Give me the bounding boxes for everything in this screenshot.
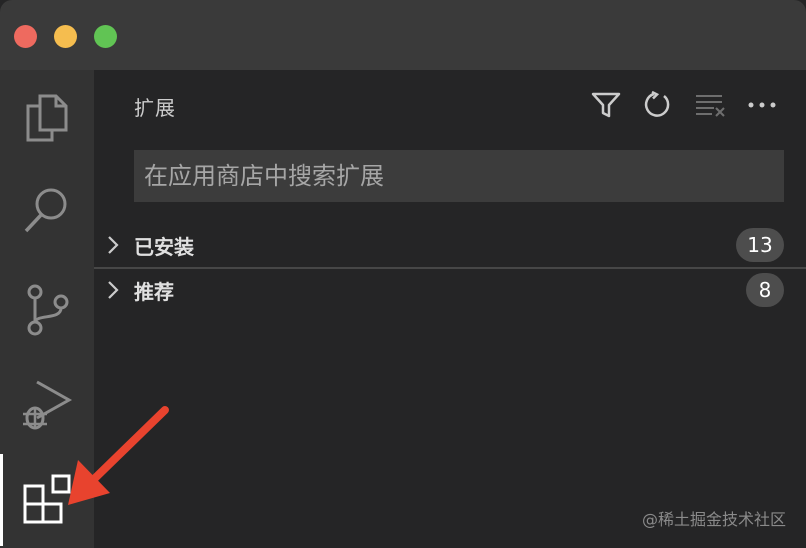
- chevron-right-icon: [108, 281, 119, 299]
- count-badge: 13: [736, 228, 784, 262]
- more-actions-button[interactable]: [745, 88, 779, 122]
- extensions-sidebar: 扩展 已安装 13: [94, 70, 806, 548]
- minimize-window-button[interactable]: [54, 25, 77, 48]
- filter-icon: [591, 92, 621, 118]
- sidebar-title: 扩展: [134, 96, 176, 120]
- filter-button[interactable]: [589, 88, 623, 122]
- section-installed[interactable]: 已安装 13: [94, 223, 806, 269]
- chevron-right-icon: [108, 236, 119, 254]
- annotation-arrow-icon: [68, 406, 169, 505]
- watermark: @稀土掘金技术社区: [641, 510, 786, 529]
- maximize-window-button[interactable]: [94, 25, 117, 48]
- clear-icon: [696, 95, 725, 117]
- activity-explorer[interactable]: [0, 72, 94, 164]
- window-titlebar: [0, 0, 806, 70]
- refresh-button[interactable]: [640, 88, 674, 122]
- extensions-search-input[interactable]: [134, 150, 784, 202]
- more-icon: [748, 102, 776, 108]
- activity-search[interactable]: [0, 164, 94, 256]
- explorer-icon: [26, 94, 68, 142]
- section-label: 已安装: [134, 234, 194, 259]
- search-icon: [24, 188, 67, 233]
- source-control-icon: [27, 284, 69, 336]
- section-recommended[interactable]: 推荐 8: [94, 268, 806, 312]
- refresh-icon: [644, 90, 670, 117]
- activity-source-control[interactable]: [0, 264, 94, 356]
- section-label: 推荐: [134, 279, 174, 304]
- clear-button[interactable]: [693, 88, 727, 122]
- close-window-button[interactable]: [14, 25, 37, 48]
- count-badge: 8: [746, 273, 784, 307]
